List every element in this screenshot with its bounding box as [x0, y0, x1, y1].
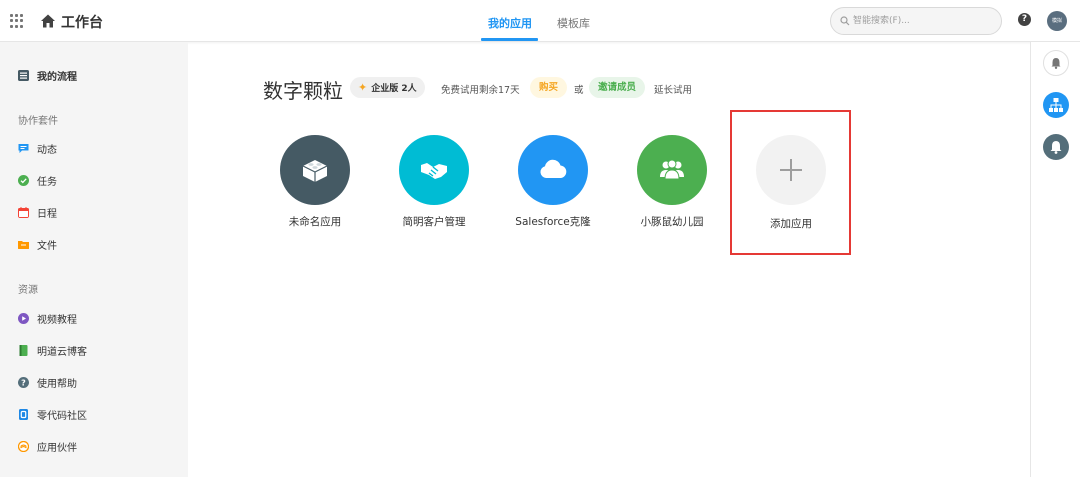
- app-tile[interactable]: 未命名应用: [265, 135, 365, 245]
- or-text: 或: [574, 85, 584, 96]
- sparkle-icon: ✦: [358, 81, 368, 94]
- app-tile[interactable]: Salesforce克隆: [503, 135, 603, 245]
- buy-button[interactable]: 购买: [530, 77, 568, 98]
- sidebar-item-label: 明道云博客: [37, 346, 87, 358]
- book-icon: [19, 344, 28, 356]
- calendar-icon: [18, 206, 29, 218]
- app-tile[interactable]: 小豚鼠幼儿园: [622, 135, 722, 245]
- app-title: 工作台: [61, 15, 103, 31]
- sidebar-item-label: 使用帮助: [37, 378, 77, 390]
- invite-members-button[interactable]: 邀请成员: [589, 77, 646, 98]
- check-icon: [18, 174, 29, 186]
- help-icon: ?: [18, 376, 29, 388]
- partner-icon: [18, 440, 29, 452]
- sidebar-item-help[interactable]: ? 使用帮助: [18, 373, 77, 391]
- search-input[interactable]: [853, 13, 993, 29]
- bell-small-icon: [1051, 58, 1061, 69]
- svg-text:?: ?: [21, 378, 26, 387]
- help-icon[interactable]: ?: [1018, 13, 1031, 26]
- list-icon: [18, 69, 29, 81]
- sidebar-item-label: 我的流程: [37, 71, 77, 83]
- sidebar-item-label: 文件: [37, 240, 57, 252]
- search-icon: [840, 16, 850, 26]
- notification-small-button[interactable]: [1043, 50, 1069, 76]
- sidebar-item-blog[interactable]: 明道云博客: [18, 341, 87, 359]
- sidebar-item-label: 视频教程: [37, 314, 77, 326]
- avatar[interactable]: 模拟: [1047, 11, 1067, 31]
- org-chart-icon: [1049, 98, 1063, 112]
- search-box[interactable]: [830, 7, 1002, 35]
- app-icon-circle: [280, 135, 350, 205]
- notification-button[interactable]: [1043, 134, 1069, 160]
- tab-my-apps[interactable]: 我的应用: [488, 15, 532, 31]
- sidebar-item-feed[interactable]: 动态: [18, 139, 57, 157]
- app-icon-circle: [518, 135, 588, 205]
- sidebar-item-community[interactable]: 零代码社区: [18, 405, 87, 423]
- group-title: 数字颗粒: [263, 79, 343, 103]
- sidebar-item-label: 日程: [37, 208, 57, 220]
- sidebar-item-tasks[interactable]: 任务: [18, 171, 57, 189]
- app-label: 小豚鼠幼儿园: [640, 216, 704, 228]
- apps-grid-icon[interactable]: [10, 14, 24, 28]
- people-icon: [660, 159, 684, 180]
- tab-active-indicator: [481, 38, 538, 41]
- community-icon: [19, 408, 28, 420]
- app-icon-circle: [637, 135, 707, 205]
- top-bar: 工作台 我的应用 模板库 ? 模拟: [0, 0, 1080, 42]
- org-chart-button[interactable]: [1043, 92, 1069, 118]
- sidebar-item-my-flow[interactable]: 我的流程: [18, 66, 77, 84]
- play-icon: [18, 312, 29, 324]
- sidebar: 我的流程 协作套件 动态 任务 日程 文件 资源 视频教程 明道云博客 ? 使用…: [0, 42, 188, 477]
- sidebar-item-calendar[interactable]: 日程: [18, 203, 57, 221]
- home-icon[interactable]: [40, 13, 56, 29]
- folder-icon: [18, 240, 29, 249]
- sidebar-item-label: 零代码社区: [37, 410, 87, 422]
- bell-icon: [1050, 141, 1062, 154]
- highlight-box: [730, 110, 851, 255]
- trial-remaining-text: 免费试用剩余17天: [441, 85, 520, 96]
- cloud-icon: [540, 159, 567, 178]
- app-label: 未命名应用: [288, 216, 342, 228]
- sidebar-section-resources: 资源: [18, 285, 38, 296]
- tab-template-library[interactable]: 模板库: [557, 15, 590, 31]
- sidebar-item-label: 应用伙伴: [37, 442, 77, 454]
- sidebar-item-video-tutorials[interactable]: 视频教程: [18, 309, 77, 327]
- lego-icon: [302, 160, 328, 182]
- chat-icon: [18, 143, 29, 153]
- sidebar-item-files[interactable]: 文件: [18, 235, 57, 253]
- sidebar-item-label: 任务: [37, 176, 57, 188]
- app-label: Salesforce克隆: [515, 216, 591, 228]
- extend-trial-text: 延长试用: [654, 85, 693, 96]
- app-label: 简明客户管理: [402, 216, 466, 228]
- right-rail: [1030, 42, 1080, 477]
- sidebar-item-partners[interactable]: 应用伙伴: [18, 437, 77, 455]
- app-tile[interactable]: 简明客户管理: [384, 135, 484, 245]
- handshake-icon: [421, 163, 447, 179]
- edition-badge: ✦ 企业版 2人: [350, 77, 425, 98]
- sidebar-item-label: 动态: [37, 144, 57, 156]
- edition-label: 企业版 2人: [371, 84, 417, 94]
- sidebar-section-collab: 协作套件: [18, 116, 58, 127]
- app-icon-circle: [399, 135, 469, 205]
